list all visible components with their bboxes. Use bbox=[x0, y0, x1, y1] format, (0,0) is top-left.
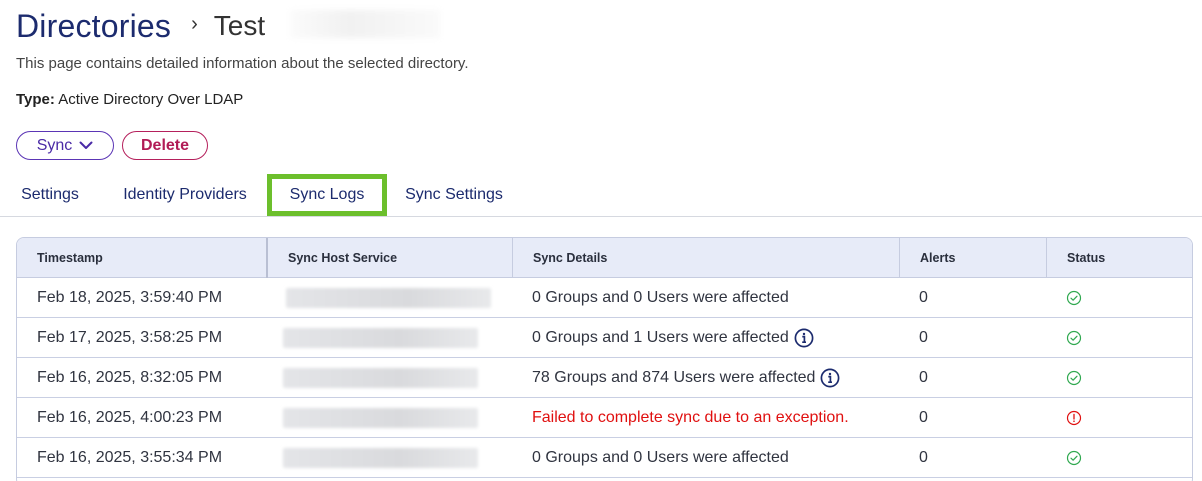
type-value: Active Directory Over LDAP bbox=[58, 91, 244, 108]
sync-host-cell-redacted bbox=[283, 318, 478, 358]
sync-host-cell-redacted bbox=[283, 358, 478, 398]
status-cell bbox=[1066, 358, 1082, 398]
delete-button[interactable]: Delete bbox=[122, 131, 208, 160]
sync-details-cell: 0 Groups and 0 Users were affected bbox=[532, 278, 789, 318]
table-row[interactable]: Feb 16, 2025, 3:55:34 PM 0 Groups and 0 … bbox=[17, 438, 1192, 478]
info-circle-icon[interactable] bbox=[820, 368, 840, 388]
status-cell bbox=[1066, 278, 1082, 318]
sync-host-cell-redacted bbox=[283, 278, 491, 318]
type-label: Type: bbox=[16, 91, 55, 108]
column-header-sync-details[interactable]: Sync Details bbox=[512, 238, 899, 278]
column-header-timestamp[interactable]: Timestamp bbox=[17, 238, 266, 278]
sync-host-cell-redacted bbox=[283, 438, 478, 478]
breadcrumb: Directories › Test bbox=[16, 4, 265, 48]
sync-details-cell: Failed to complete sync due to an except… bbox=[532, 398, 849, 438]
column-header-status[interactable]: Status bbox=[1046, 238, 1192, 278]
timestamp-cell: Feb 16, 2025, 8:32:05 PM bbox=[37, 369, 223, 386]
sync-details-cell: 0 Groups and 1 Users were affected bbox=[532, 318, 814, 358]
chevron-down-icon bbox=[79, 141, 93, 149]
alerts-cell: 0 bbox=[919, 289, 928, 306]
check-circle-icon bbox=[1066, 290, 1082, 306]
table-header: Timestamp Sync Host Service Sync Details… bbox=[17, 238, 1192, 278]
table-row[interactable]: Feb 17, 2025, 3:58:25 PM 0 Groups and 1 … bbox=[17, 318, 1192, 358]
sync-button-label: Sync bbox=[36, 136, 73, 154]
sync-details-cell: 78 Groups and 874 Users were affected bbox=[532, 358, 840, 398]
timestamp-cell: Feb 17, 2025, 3:58:25 PM bbox=[37, 329, 223, 346]
alerts-cell: 0 bbox=[919, 449, 928, 466]
directory-type: Type: Active Directory Over LDAP bbox=[16, 91, 243, 108]
redacted-title-region bbox=[290, 10, 440, 38]
column-header-sync-host-service[interactable]: Sync Host Service bbox=[266, 238, 512, 278]
table-row[interactable]: Feb 16, 2025, 4:00:23 PM Failed to compl… bbox=[17, 398, 1192, 438]
sync-details-text: 0 Groups and 1 Users were affected bbox=[532, 329, 789, 346]
status-cell bbox=[1066, 438, 1082, 478]
breadcrumb-directories-link[interactable]: Directories bbox=[16, 8, 171, 45]
alerts-cell: 0 bbox=[919, 409, 928, 426]
sync-details-text: 0 Groups and 0 Users were affected bbox=[532, 289, 789, 306]
status-cell bbox=[1066, 398, 1082, 438]
timestamp-cell: Feb 16, 2025, 4:00:23 PM bbox=[37, 409, 223, 426]
timestamp-cell: Feb 18, 2025, 3:59:40 PM bbox=[37, 289, 223, 306]
chevron-right-icon: › bbox=[191, 12, 198, 35]
tab-sync-logs[interactable]: Sync Logs bbox=[267, 174, 387, 216]
sync-error-text: Failed to complete sync due to an except… bbox=[532, 409, 849, 426]
table-row[interactable]: Feb 16, 2025, 8:32:05 PM 78 Groups and 8… bbox=[17, 358, 1192, 398]
sync-details-text: 0 Groups and 0 Users were affected bbox=[532, 449, 789, 466]
alerts-cell: 0 bbox=[919, 329, 928, 346]
info-circle-icon[interactable] bbox=[794, 328, 814, 348]
check-circle-icon bbox=[1066, 370, 1082, 386]
sync-host-cell-redacted bbox=[283, 398, 478, 438]
page-title: Test bbox=[213, 10, 266, 41]
column-header-alerts[interactable]: Alerts bbox=[899, 238, 1046, 278]
timestamp-cell: Feb 16, 2025, 3:55:34 PM bbox=[37, 449, 223, 466]
table-row[interactable]: Feb 18, 2025, 3:59:40 PM 0 Groups and 0 … bbox=[17, 278, 1192, 318]
exclamation-circle-icon bbox=[1066, 410, 1082, 426]
tab-settings[interactable]: Settings bbox=[14, 174, 86, 216]
check-circle-icon bbox=[1066, 330, 1082, 346]
tab-bar: Settings Identity Providers Sync Logs Sy… bbox=[0, 174, 1202, 217]
sync-button[interactable]: Sync bbox=[16, 131, 114, 160]
page-description: This page contains detailed information … bbox=[16, 55, 469, 72]
sync-logs-table: Timestamp Sync Host Service Sync Details… bbox=[16, 237, 1193, 481]
tab-identity-providers[interactable]: Identity Providers bbox=[112, 174, 258, 216]
check-circle-icon bbox=[1066, 450, 1082, 466]
tab-sync-settings[interactable]: Sync Settings bbox=[398, 174, 510, 216]
alerts-cell: 0 bbox=[919, 369, 928, 386]
sync-details-text: 78 Groups and 874 Users were affected bbox=[532, 369, 816, 386]
status-cell bbox=[1066, 318, 1082, 358]
sync-details-cell: 0 Groups and 0 Users were affected bbox=[532, 438, 789, 478]
